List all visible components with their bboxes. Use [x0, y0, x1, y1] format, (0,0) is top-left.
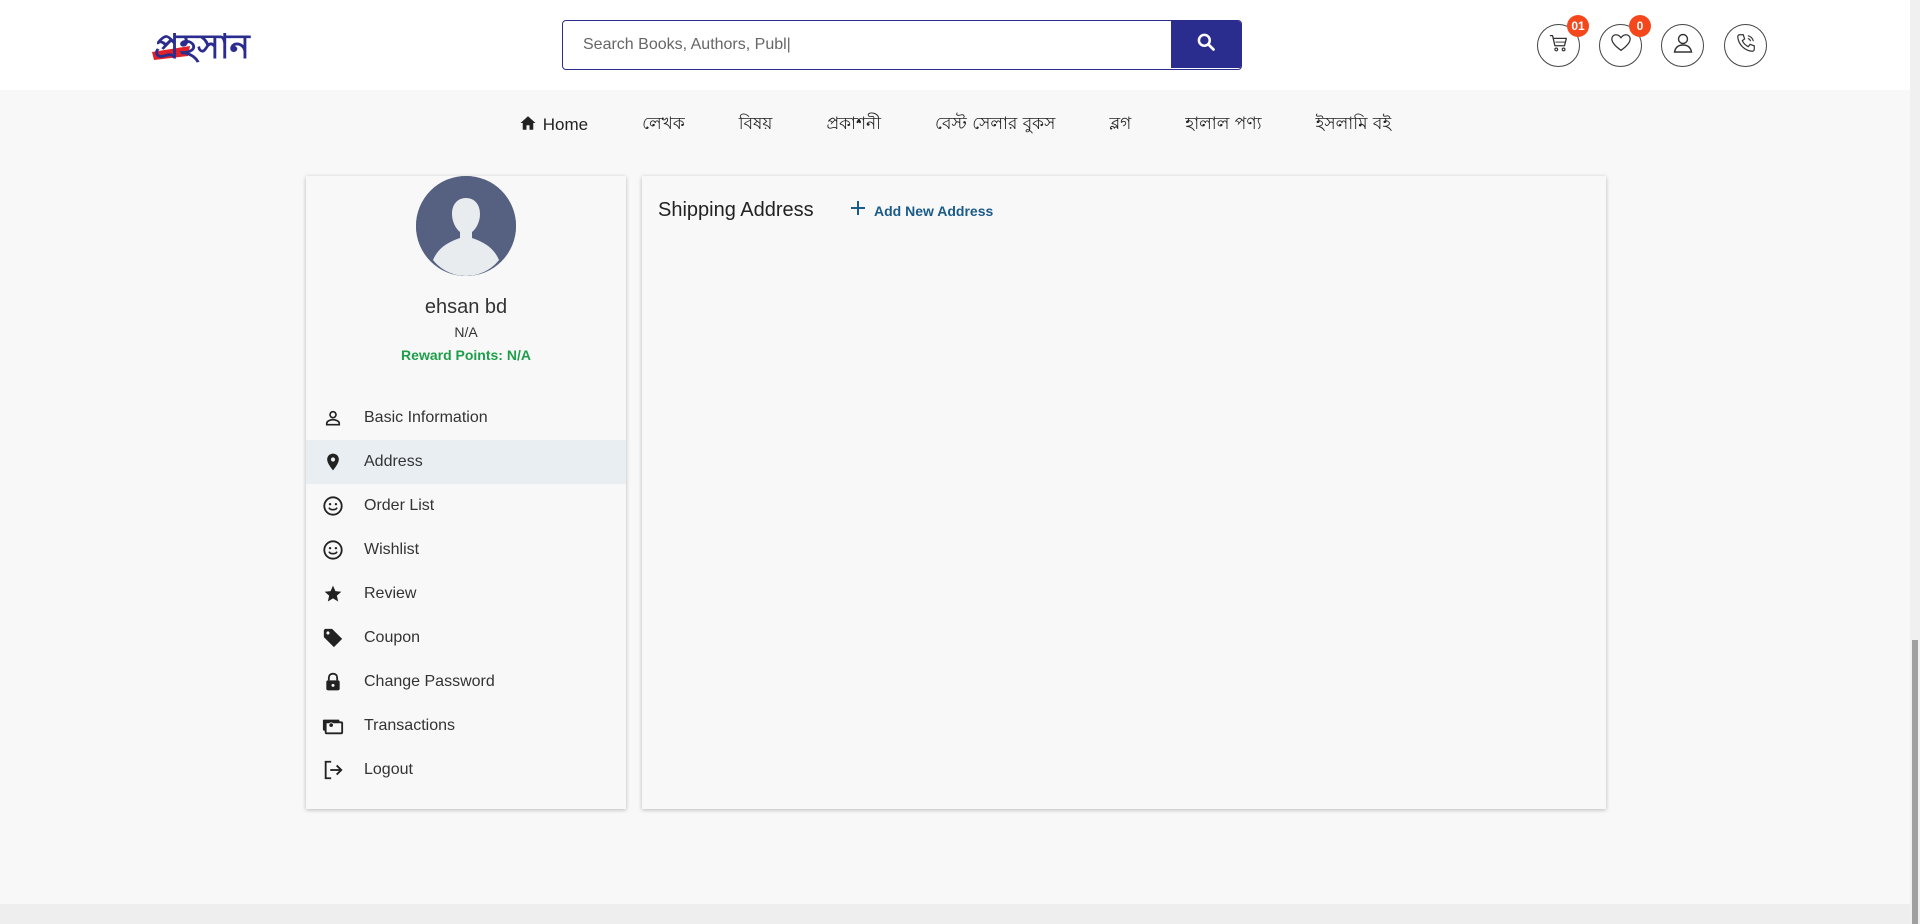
logo-wordmark: প্রহসান	[154, 27, 252, 66]
site-logo[interactable]: প্রহসান	[150, 22, 270, 67]
scrollbar-thumb[interactable]	[1912, 640, 1918, 924]
user-icon	[1671, 31, 1695, 60]
account-sidebar: ehsan bd N/A Reward Points: N/A Basic In…	[306, 176, 626, 809]
search-icon	[1196, 32, 1216, 57]
menu-item-label: Order List	[364, 497, 435, 514]
add-new-address-button[interactable]: Add New Address	[850, 200, 993, 221]
star-icon	[321, 582, 345, 606]
nav-item-home[interactable]: Home	[492, 114, 615, 137]
nav-item-writers[interactable]: লেখক	[615, 111, 712, 139]
reward-points: Reward Points: N/A	[401, 347, 531, 363]
add-new-address-label: Add New Address	[874, 202, 994, 219]
menu-item-order-list[interactable]: Order List	[306, 484, 626, 528]
nav-item-islamic-books[interactable]: ইসলামি বই	[1289, 111, 1419, 139]
main-nav: Home লেখক বিষয় প্রকাশনী বেস্ট সেলার বুক…	[0, 110, 1910, 140]
site-header: প্রহসান 01 0	[0, 0, 1910, 90]
nav-label: প্রকাশনী	[826, 114, 882, 134]
phone-icon	[1735, 32, 1757, 59]
avatar	[416, 176, 516, 276]
nav-item-best-seller[interactable]: বেস্ট সেলার বুকস	[908, 111, 1082, 139]
nav-label: লেখক	[642, 114, 685, 134]
menu-item-label: Coupon	[364, 629, 421, 646]
search-button[interactable]	[1171, 21, 1241, 68]
search-bar	[562, 20, 1242, 70]
menu-item-coupon[interactable]: Coupon	[306, 616, 626, 660]
nav-label: বিষয়	[738, 114, 773, 134]
person-icon	[321, 406, 345, 430]
menu-item-label: Address	[364, 453, 423, 470]
menu-item-transactions[interactable]: Transactions	[306, 704, 626, 748]
cart-button[interactable]: 01	[1537, 15, 1589, 67]
user-phone: N/A	[454, 324, 478, 340]
page-title: Shipping Address	[658, 199, 814, 221]
heart-icon	[1610, 32, 1632, 59]
call-button[interactable]	[1724, 24, 1767, 67]
menu-item-label: Logout	[364, 761, 413, 778]
menu-item-label: Change Password	[364, 673, 495, 690]
lock-icon	[321, 670, 345, 694]
search-input[interactable]	[563, 21, 1171, 68]
nav-label: হালাল পণ্য	[1185, 114, 1262, 134]
footer-strip	[0, 904, 1910, 924]
nav-label: Home	[542, 115, 589, 134]
nav-label: ব্লগ	[1109, 114, 1132, 134]
smiley-icon	[321, 494, 345, 518]
menu-item-logout[interactable]: Logout	[306, 748, 626, 792]
location-pin-icon	[321, 450, 345, 474]
menu-item-address[interactable]: Address	[306, 440, 626, 484]
menu-item-label: Review	[364, 585, 417, 602]
account-menu: Basic Information Address Order List Wis…	[306, 396, 626, 792]
logout-icon	[321, 758, 345, 782]
menu-item-label: Basic Information	[364, 409, 488, 426]
menu-item-label: Wishlist	[364, 541, 420, 558]
plus-icon	[850, 200, 866, 221]
nav-item-halal-products[interactable]: হালাল পণ্য	[1158, 111, 1288, 139]
wishlist-count-badge: 0	[1629, 15, 1651, 37]
wishlist-button[interactable]: 0	[1599, 15, 1651, 67]
cart-count-badge: 01	[1567, 15, 1589, 37]
tag-icon	[321, 626, 345, 650]
nav-item-subjects[interactable]: বিষয়	[712, 111, 800, 139]
page-scrollbar[interactable]	[1910, 0, 1920, 924]
cart-icon	[1548, 32, 1570, 59]
money-icon	[321, 714, 345, 738]
menu-item-basic-information[interactable]: Basic Information	[306, 396, 626, 440]
smiley-icon	[321, 538, 345, 562]
menu-item-change-password[interactable]: Change Password	[306, 660, 626, 704]
nav-item-publishers[interactable]: প্রকাশনী	[799, 111, 908, 139]
nav-label: ইসলামি বই	[1315, 114, 1392, 134]
menu-item-wishlist[interactable]: Wishlist	[306, 528, 626, 572]
menu-item-label: Transactions	[364, 717, 455, 734]
menu-item-review[interactable]: Review	[306, 572, 626, 616]
nav-item-blog[interactable]: ব্লগ	[1082, 111, 1158, 139]
user-name: ehsan bd	[424, 296, 508, 318]
nav-label: বেস্ট সেলার বুকস	[935, 114, 1056, 134]
home-icon	[519, 114, 537, 137]
shipping-address-panel: Shipping Address Add New Address	[642, 176, 1606, 809]
account-button[interactable]	[1661, 24, 1704, 67]
